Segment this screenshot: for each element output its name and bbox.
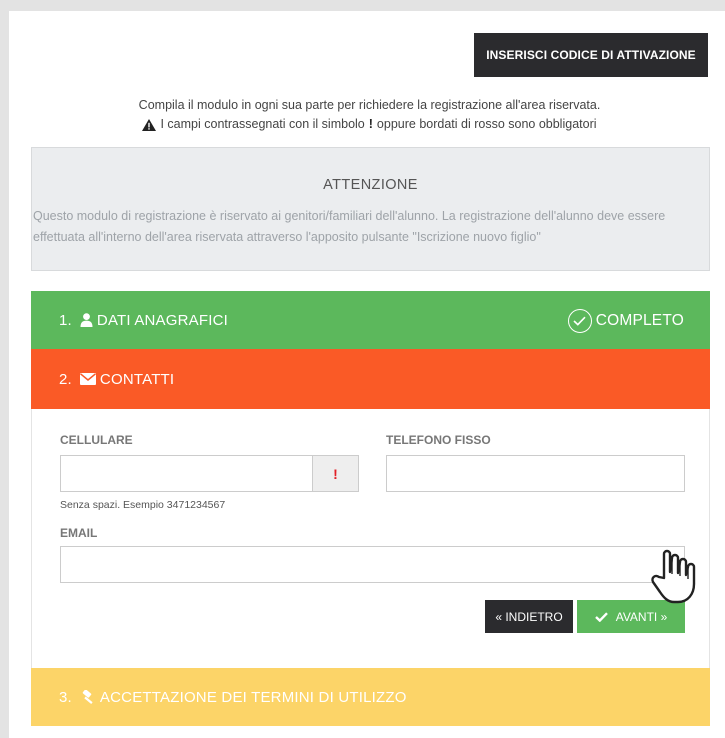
step-status: COMPLETO (567, 309, 684, 333)
check-icon (594, 611, 608, 622)
intro-line-2: I campi contrassegnati con il simbolo ! … (31, 115, 708, 134)
step-label: DATI ANAGRAFICI (96, 311, 228, 329)
warning-icon (142, 118, 157, 131)
step-number: 3. (59, 688, 72, 706)
intro-text: Compila il modulo in ogni sua parte per … (31, 96, 708, 134)
window-frame-top (0, 0, 725, 11)
hand-pointer-icon (651, 549, 696, 604)
check-circle-icon (567, 309, 592, 333)
envelope-icon (79, 373, 96, 385)
intro-line-1: Compila il modulo in ogni sua parte per … (138, 98, 601, 112)
mobile-label: CELLULARE (60, 433, 133, 447)
activation-code-button[interactable]: INSERISCI CODICE DI ATTIVAZIONE (474, 33, 708, 77)
step-personal-data[interactable]: 1. DATI ANAGRAFICI COMPLETO (31, 291, 710, 349)
phone-label: TELEFONO FISSO (386, 433, 491, 447)
email-input[interactable] (60, 546, 685, 583)
email-label: EMAIL (60, 526, 98, 540)
user-icon (80, 313, 93, 327)
step-number: 2. (59, 370, 72, 388)
required-symbol: ! (368, 117, 373, 131)
notice-title: ATTENZIONE (323, 177, 418, 193)
notice-body: Questo modulo di registrazione è riserva… (33, 209, 666, 244)
step-terms[interactable]: 3. ACCETTAZIONE DEI TERMINI DI UTILIZZO (31, 668, 710, 726)
notice-box: ATTENZIONE Questo modulo di registrazion… (31, 147, 710, 271)
window-frame-left (0, 0, 9, 738)
gavel-icon (82, 689, 93, 704)
mobile-input[interactable] (60, 455, 313, 492)
step-label: ACCETTAZIONE DEI TERMINI DI UTILIZZO (99, 688, 407, 706)
step-contacts[interactable]: 2. CONTATTI (31, 349, 710, 409)
contacts-form: CELLULARE ! Senza spazi. Esempio 3471234… (31, 409, 710, 668)
intro-line-2-before: I campi contrassegnati con il simbolo (160, 117, 365, 131)
next-button-label: AVANTI » (615, 609, 668, 624)
step-status-label: COMPLETO (595, 312, 684, 329)
intro-line-2-after: oppure bordati di rosso sono obbligatori (376, 117, 597, 131)
exclamation-icon: ! (333, 465, 338, 482)
mobile-required-addon: ! (312, 455, 359, 492)
phone-input[interactable] (386, 455, 685, 492)
step-label: CONTATTI (99, 370, 175, 388)
mobile-help-text: Senza spazi. Esempio 3471234567 (60, 499, 226, 511)
back-button[interactable]: « INDIETRO (485, 600, 573, 633)
step-number: 1. (59, 311, 72, 329)
